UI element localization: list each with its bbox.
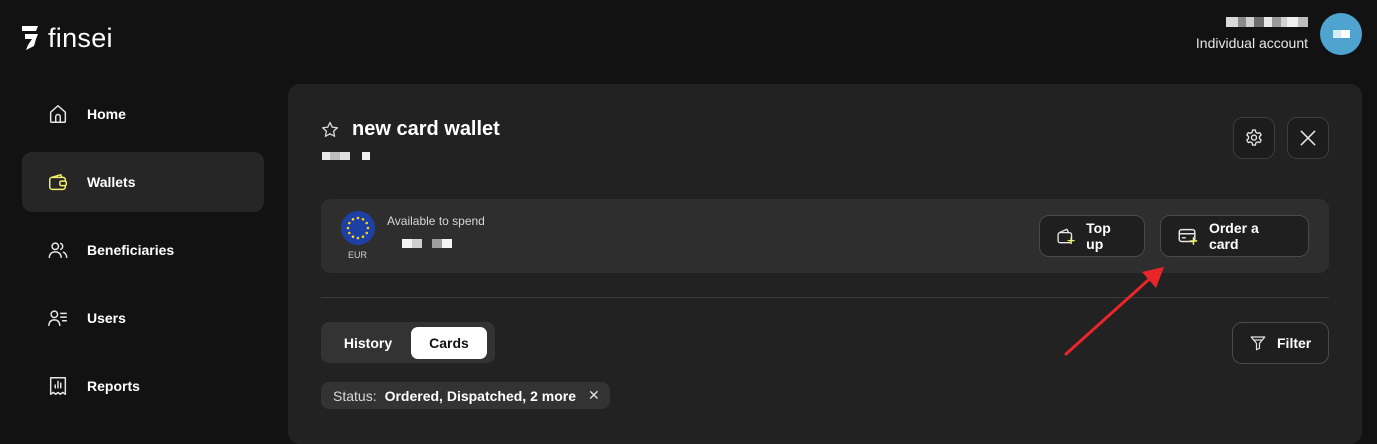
brand-logo[interactable]: finsei (22, 24, 113, 52)
chip-value: Ordered, Dispatched, 2 more (384, 387, 576, 404)
wallet-plus-icon (1057, 228, 1075, 245)
wallet-icon (49, 173, 67, 191)
sidebar-nav: Home Wallets Beneficiaries Users Reports (22, 84, 264, 424)
card-plus-icon (1178, 228, 1198, 245)
filter-icon (1250, 336, 1266, 351)
user-list-icon (48, 310, 67, 327)
account-menu[interactable]: Individual account (1196, 13, 1362, 55)
tab-cards[interactable]: Cards (411, 326, 487, 359)
finsei-logo-icon (22, 26, 38, 50)
users-icon (48, 242, 68, 259)
filter-button[interactable]: Filter (1232, 322, 1329, 364)
sidebar-item-wallets[interactable]: Wallets (22, 152, 264, 212)
star-icon[interactable] (320, 120, 340, 140)
tab-history[interactable]: History (325, 327, 411, 359)
filter-label: Filter (1277, 335, 1312, 351)
close-icon[interactable]: ✕ (588, 387, 600, 404)
masked-wallet-id (322, 152, 370, 160)
report-icon (49, 377, 67, 395)
annotation-arrow-icon (1064, 267, 1164, 356)
sidebar-item-beneficiaries[interactable]: Beneficiaries (22, 220, 264, 280)
currency-code: EUR (348, 250, 368, 260)
order-card-label: Order a card (1208, 220, 1259, 252)
brand-name: finsei (48, 23, 113, 53)
sidebar-item-label: Beneficiaries (87, 242, 175, 258)
masked-balance (402, 239, 452, 248)
avatar[interactable] (1320, 13, 1362, 55)
sidebar-item-home[interactable]: Home (22, 84, 264, 144)
sidebar-item-users[interactable]: Users (22, 288, 264, 348)
page-title: new card wallet (352, 118, 500, 140)
close-icon (1300, 130, 1316, 146)
sidebar-item-reports[interactable]: Reports (22, 356, 264, 416)
sidebar-item-label: Wallets (87, 174, 136, 190)
top-up-label: Top up (1086, 220, 1111, 252)
top-up-button[interactable]: Top up (1039, 215, 1145, 257)
masked-account-name (1226, 17, 1308, 27)
wallet-panel: new card wallet EUR Available to spend T… (288, 84, 1362, 444)
home-icon (49, 105, 67, 123)
eu-flag-icon (341, 211, 375, 245)
gear-icon (1246, 129, 1262, 146)
sidebar-item-label: Home (87, 106, 126, 122)
close-button[interactable] (1287, 117, 1329, 159)
order-card-button[interactable]: Order a card (1160, 215, 1309, 257)
sidebar-item-label: Reports (87, 378, 140, 394)
view-tabs: History Cards (321, 322, 495, 363)
status-filter-chip[interactable]: Status: Ordered, Dispatched, 2 more ✕ (321, 382, 610, 409)
settings-button[interactable] (1233, 117, 1275, 159)
account-type: Individual account (1195, 35, 1308, 51)
chip-label: Status: (333, 387, 377, 404)
available-label: Available to spend (387, 214, 485, 228)
sidebar-item-label: Users (87, 310, 126, 326)
